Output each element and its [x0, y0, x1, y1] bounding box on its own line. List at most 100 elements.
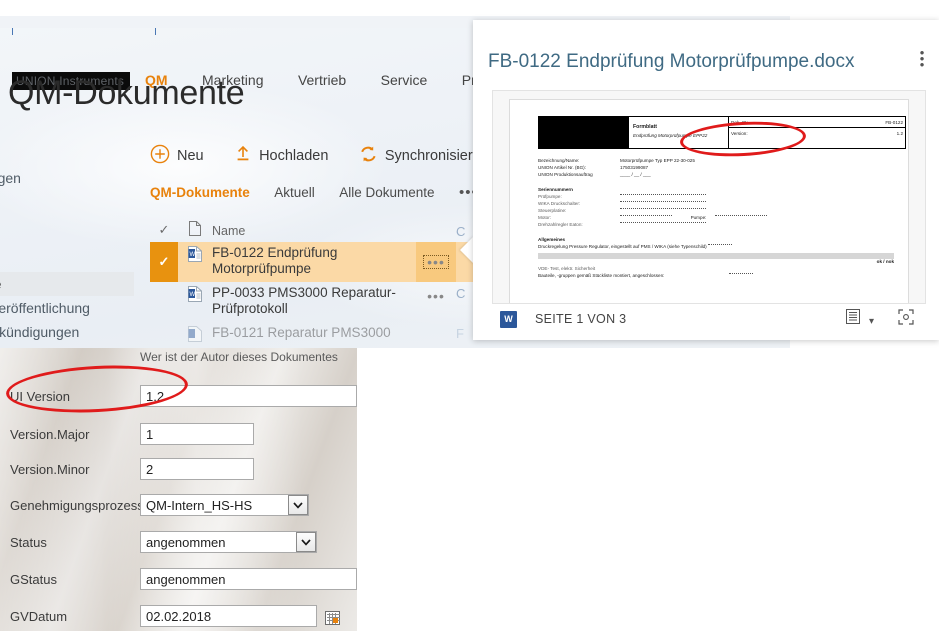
doc-line: WIKA Druckschalter: [538, 200, 894, 207]
view-selector: QM-Dokumente Aktuell Alle Dokumente ••• [150, 184, 478, 202]
word-app-icon: W [500, 310, 517, 328]
ident-value: Motorprüfpumpe Typ EPP 22-30-025 [620, 158, 695, 163]
header-spacer [416, 226, 456, 232]
label-version-minor: Version.Minor [10, 461, 90, 477]
field-row-gvdatum: GVDatum [0, 598, 357, 631]
table-row[interactable]: ✓ W FB-0122 Endprüfung Motorprüfpumpe ••… [150, 242, 490, 282]
row-checkbox-selected[interactable]: ✓ [150, 242, 178, 282]
document-form-titles: Formblatt Endprüfung Motorprüfpumpe EPP2… [628, 116, 728, 149]
word-document-icon: W [178, 242, 212, 267]
row-name[interactable]: FB-0122 Endprüfung Motorprüfpumpe [212, 242, 416, 277]
ident-key: Bezeichnung/Name: [538, 158, 580, 163]
doc-line: Steuerplatine: [538, 207, 894, 214]
table-row[interactable]: FB-0121 Reparatur PMS3000 F [150, 322, 490, 348]
document-general: Allgemeines Druckregelung Pressure Regul… [538, 236, 894, 279]
gstatus-input[interactable] [140, 568, 357, 590]
label-genehmigungsprozess: Genehmigungsprozess [10, 497, 144, 513]
row-checkbox[interactable] [150, 322, 178, 324]
label-status: Status [10, 534, 47, 550]
label-gstatus: GStatus [10, 571, 57, 587]
parts-line: Bauteile, -gruppen gemäß Stückliste mont… [538, 272, 894, 279]
field-row-version-minor: Version.Minor [0, 451, 357, 487]
nav-item-vertrieb[interactable]: Vertrieb [298, 72, 346, 88]
document-header-table: Formblatt Endprüfung Motorprüfpumpe EPP2… [538, 116, 906, 149]
field-row-version-major: Version.Major [0, 416, 357, 452]
row-checkbox[interactable] [150, 282, 178, 284]
row-name[interactable]: PP-0033 PMS3000 Reparatur-Prüfprotokoll [212, 282, 416, 317]
document-identification: Bezeichnung/Name: Motorprüfpumpe Typ EPP… [538, 157, 894, 178]
view-aktuell[interactable]: Aktuell [274, 185, 315, 200]
status-select[interactable] [140, 531, 317, 553]
chevron-down-icon[interactable] [296, 532, 316, 552]
document-list: ✓ Name C ✓ W FB-0122 Endprüfung Motorprü… [150, 216, 490, 348]
document-preview-panel: FB-0122 Endprüfung Motorprüfpumpe.docx •… [473, 20, 939, 340]
svg-text:W: W [190, 252, 196, 258]
svg-text:W: W [190, 292, 196, 298]
serial-key: Motor: [538, 215, 552, 220]
preview-viewport[interactable]: Formblatt Endprüfung Motorprüfpumpe EPP2… [492, 90, 926, 304]
doc-line: UNION Artikel Nr. (BG): 17503199087 [538, 164, 894, 171]
row-context-menu-button[interactable] [416, 322, 456, 328]
doc-line: Bezeichnung/Name: Motorprüfpumpe Typ EPP… [538, 157, 894, 164]
genehmigungsprozess-select[interactable] [140, 494, 309, 516]
upload-button-label: Hochladen [259, 147, 329, 164]
ui-version-input[interactable] [140, 385, 357, 407]
version-major-input[interactable] [140, 423, 254, 445]
plus-circle-icon [150, 144, 170, 168]
serial-key: WIKA Druckschalter: [538, 201, 581, 206]
sidebar-item-dokumente[interactable]: nte [0, 272, 134, 296]
gvdatum-input[interactable] [140, 605, 317, 627]
status-value[interactable] [140, 531, 317, 553]
preview-footer: W SEITE 1 VON 3 ▾ [492, 306, 926, 332]
chevron-down-icon[interactable] [288, 495, 308, 515]
sync-button[interactable]: Synchronisieren [359, 144, 489, 168]
label-ui-version: UI Version [10, 388, 70, 404]
screenshot-root: UNION Instruments QM Marketing Vertrieb … [0, 0, 939, 643]
version-minor-input[interactable] [140, 458, 254, 480]
sidebar-item-veroeffentlichung[interactable]: t Veröffentlichung [0, 296, 134, 320]
ident-value: ____ / __ / ___ [620, 172, 651, 177]
document-page: Formblatt Endprüfung Motorprüfpumpe EPP2… [509, 99, 909, 303]
row-context-menu-button[interactable]: ••• [416, 282, 456, 304]
page-whitespace [357, 348, 939, 643]
dok-id-row: Dok.-ID: FB-0122 [729, 117, 905, 128]
ident-key: UNION Artikel Nr. (BG): [538, 165, 586, 170]
preview-callout-arrow [460, 236, 474, 264]
page-view-icon[interactable]: ▾ [845, 309, 874, 329]
kebab-menu-icon[interactable]: • • • [915, 46, 929, 71]
row-context-menu-button[interactable]: ••• [416, 242, 456, 282]
serial-title: Seriennummern [538, 187, 573, 192]
select-all-icon[interactable]: ✓ [150, 220, 178, 238]
vde-line: VDE- Test, elektr. Sicherheit [538, 266, 596, 271]
column-header-name[interactable]: Name [212, 220, 416, 239]
word-document-icon [178, 322, 212, 347]
view-qm-dokumente[interactable]: QM-Dokumente [150, 185, 250, 200]
version-label: Version: [731, 131, 748, 136]
serial-key-secondary: Pumpe: [690, 215, 707, 220]
calendar-icon[interactable] [325, 611, 340, 625]
upload-button[interactable]: Hochladen [234, 144, 328, 168]
doc-line: Drehzahlregler Eaton: [538, 221, 894, 228]
new-button[interactable]: Neu [150, 144, 204, 168]
version-row: Version: 1.2 [729, 128, 905, 139]
sidebar-item-ankuendigungen[interactable]: Ankündigungen [0, 320, 134, 344]
form-kind: Formblatt [633, 124, 657, 130]
general-title: Allgemeines [538, 237, 566, 242]
view-alle-dokumente[interactable]: Alle Dokumente [339, 185, 434, 200]
genehmigungsprozess-value[interactable] [140, 494, 309, 516]
version-value: 1.2 [896, 131, 903, 136]
bottom-crop-edge [0, 631, 939, 643]
field-row-ui-version: UI Version [0, 378, 357, 414]
new-button-label: Neu [177, 147, 204, 164]
table-row[interactable]: W PP-0033 PMS3000 Reparatur-Prüfprotokol… [150, 282, 490, 322]
row-name[interactable]: FB-0121 Reparatur PMS3000 [212, 322, 416, 341]
expand-icon[interactable] [898, 308, 914, 330]
field-row-genehmigungsprozess: Genehmigungsprozess [0, 487, 357, 523]
doc-line: Prüfpumpe: [538, 193, 894, 200]
serial-key: Prüfpumpe: [538, 194, 562, 199]
sidebar-item-ankuendigungen-top[interactable]: ungen [0, 166, 134, 190]
nav-item-service[interactable]: Service [381, 72, 428, 88]
document-serials: Seriennummern Prüfpumpe: WIKA Druckschal… [538, 186, 894, 228]
view-caret-icon[interactable]: ▾ [869, 316, 874, 327]
serial-key: Steuerplatine: [538, 208, 567, 213]
